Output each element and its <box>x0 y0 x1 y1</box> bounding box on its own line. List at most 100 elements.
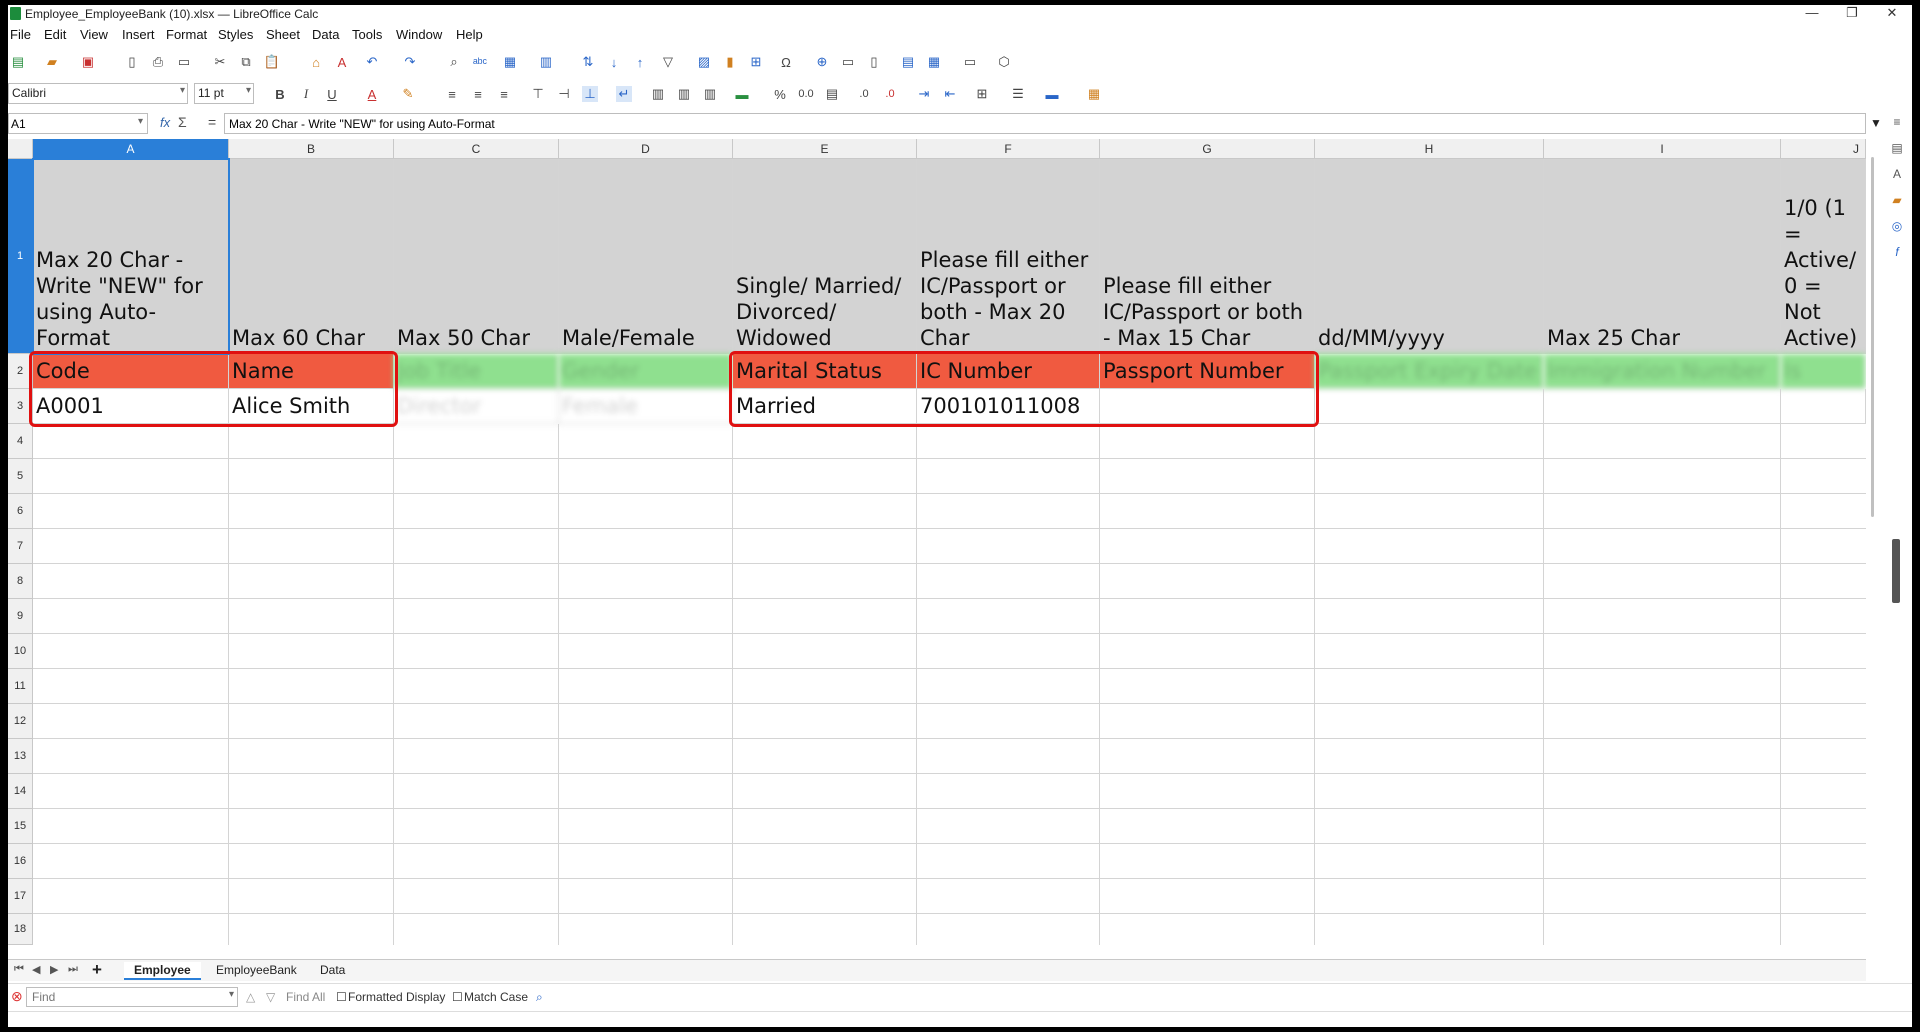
empty-grid[interactable] <box>33 424 1866 945</box>
wrap-text-icon[interactable]: ↵ <box>616 86 632 102</box>
comment-icon[interactable]: ▭ <box>840 54 856 70</box>
cell-b2[interactable]: Name <box>229 354 394 389</box>
cell-e3[interactable]: Married <box>733 389 917 424</box>
font-color-icon[interactable]: A <box>364 86 380 102</box>
find-all-button[interactable]: Find All <box>286 990 325 1004</box>
row-header-11[interactable]: 11 <box>8 669 33 704</box>
close-find-icon[interactable]: ⊗ <box>11 988 23 1005</box>
cell-h2[interactable]: Passport Expiry Date <box>1315 354 1544 389</box>
cut-icon[interactable]: ✂ <box>212 54 228 70</box>
border-style-icon[interactable]: ☰ <box>1010 86 1026 102</box>
column-header-e[interactable]: E <box>733 139 917 159</box>
find-previous-icon[interactable]: △ <box>246 990 255 1004</box>
menu-window[interactable]: Window <box>396 27 442 42</box>
navigator-icon[interactable]: ◎ <box>1890 219 1904 233</box>
hyperlink-icon[interactable]: ⊕ <box>814 54 830 70</box>
export-pdf-icon[interactable]: ▯ <box>124 54 140 70</box>
insert-chart-icon[interactable]: ▮ <box>722 54 738 70</box>
borders-icon[interactable]: ⊞ <box>974 86 990 102</box>
gallery-icon[interactable]: ▰ <box>1890 193 1904 207</box>
row-header-7[interactable]: 7 <box>8 529 33 564</box>
styles-icon[interactable]: A <box>1890 167 1904 181</box>
next-sheet-icon[interactable]: ▶ <box>50 963 58 976</box>
row-header-8[interactable]: 8 <box>8 564 33 599</box>
row-header-1[interactable]: 1 <box>8 159 33 354</box>
maximize-button[interactable]: ❐ <box>1832 5 1872 22</box>
row-icon[interactable]: ▦ <box>502 54 518 70</box>
cell-j2[interactable]: Is Disabled <box>1781 354 1866 389</box>
close-button[interactable]: ✕ <box>1872 5 1912 22</box>
spelling-icon[interactable]: ᵃᵇᶜ <box>472 54 488 70</box>
font-size-box[interactable]: 11 pt ▾ <box>194 83 254 104</box>
highlight-color-icon[interactable]: ✎ <box>400 86 416 102</box>
chevron-down-icon[interactable]: ▾ <box>229 989 234 1000</box>
row-header-13[interactable]: 13 <box>8 739 33 774</box>
insert-image-icon[interactable]: ▨ <box>696 54 712 70</box>
autofilter-icon[interactable]: ▽ <box>660 54 676 70</box>
date-format-icon[interactable]: ▤ <box>824 86 840 102</box>
cell-j3[interactable] <box>1781 389 1866 424</box>
cell-f1[interactable]: Please fill either IC/Passport or both -… <box>917 159 1100 354</box>
formatted-display-checkbox[interactable]: ☐ <box>336 990 347 1004</box>
align-middle-icon[interactable]: ⊣ <box>556 86 572 102</box>
chevron-down-icon[interactable]: ▾ <box>246 85 251 96</box>
cell-b1[interactable]: Max 60 Char <box>229 159 394 354</box>
row-header-16[interactable]: 16 <box>8 844 33 879</box>
pivot-table-icon[interactable]: ⊞ <box>748 54 764 70</box>
first-sheet-icon[interactable]: ⏮ <box>14 963 24 976</box>
merge-cells-icon[interactable]: ▥ <box>676 86 692 102</box>
formula-input[interactable]: Max 20 Char - Write "NEW" for using Auto… <box>224 113 1866 134</box>
decrease-indent-icon[interactable]: ⇤ <box>942 86 958 102</box>
find-replace-icon[interactable]: ⌕ <box>446 54 462 70</box>
cell-h1[interactable]: dd/MM/yyyy <box>1315 159 1544 354</box>
align-right-icon[interactable]: ≡ <box>496 86 512 102</box>
align-bottom-icon[interactable]: ⊥ <box>582 86 598 102</box>
cell-d1[interactable]: Male/Female <box>559 159 733 354</box>
row-header-12[interactable]: 12 <box>8 704 33 739</box>
cell-a3[interactable]: A0001 <box>33 389 229 424</box>
row-header-9[interactable]: 9 <box>8 599 33 634</box>
row-header-4[interactable]: 4 <box>8 424 33 459</box>
expand-formula-icon[interactable]: ▼ <box>1870 116 1882 130</box>
currency-icon[interactable]: ▬ <box>734 86 750 102</box>
cell-c1[interactable]: Max 50 Char <box>394 159 559 354</box>
cell-a1[interactable]: Max 20 Char - Write "NEW" for using Auto… <box>33 159 229 354</box>
conditional-format-icon[interactable]: ▦ <box>1086 86 1102 102</box>
menu-tools[interactable]: Tools <box>352 27 382 42</box>
formula-equals-icon[interactable]: = <box>208 114 216 130</box>
align-center-icon[interactable]: ≡ <box>470 86 486 102</box>
minimize-button[interactable]: — <box>1792 5 1832 22</box>
row-header-2[interactable]: 2 <box>8 354 33 389</box>
increase-indent-icon[interactable]: ⇥ <box>916 86 932 102</box>
sum-icon[interactable]: Σ <box>178 114 187 130</box>
open-folder-icon[interactable]: ▰ <box>44 54 60 70</box>
unmerge-cells-icon[interactable]: ▥ <box>702 86 718 102</box>
border-color-icon[interactable]: ▬ <box>1044 86 1060 102</box>
cell-b3[interactable]: Alice Smith <box>229 389 394 424</box>
menu-file[interactable]: File <box>10 27 31 42</box>
tab-employee[interactable]: Employee <box>124 962 201 980</box>
menu-view[interactable]: View <box>80 27 108 42</box>
sidebar-collapse-handle[interactable] <box>1892 539 1900 603</box>
function-wizard-icon[interactable]: fx <box>160 115 170 130</box>
print-preview-icon[interactable]: ▭ <box>176 54 192 70</box>
cell-e1[interactable]: Single/ Married/ Divorced/ Widowed <box>733 159 917 354</box>
column-header-h[interactable]: H <box>1315 139 1544 159</box>
cell-j1[interactable]: 1/0 (1 = Active/ 0 = Not Active) <box>1781 159 1866 354</box>
menu-styles[interactable]: Styles <box>218 27 253 42</box>
column-header-a[interactable]: A <box>33 139 229 159</box>
functions-icon[interactable]: f <box>1890 245 1904 259</box>
column-header-f[interactable]: F <box>917 139 1100 159</box>
tab-data[interactable]: Data <box>310 962 355 980</box>
chevron-down-icon[interactable]: ▾ <box>138 116 143 127</box>
find-next-icon[interactable]: ▽ <box>266 990 275 1004</box>
define-print-area-icon[interactable]: ▤ <box>900 54 916 70</box>
column-header-i[interactable]: I <box>1544 139 1781 159</box>
save-icon[interactable]: ▣ <box>80 54 96 70</box>
find-input[interactable]: Find ▾ <box>26 987 238 1007</box>
cell-i1[interactable]: Max 25 Char <box>1544 159 1781 354</box>
sort-descending-icon[interactable]: ↑ <box>632 54 648 70</box>
cell-a2[interactable]: Code <box>33 354 229 389</box>
chevron-down-icon[interactable]: ▾ <box>180 85 185 96</box>
last-sheet-icon[interactable]: ⏭ <box>68 963 78 976</box>
